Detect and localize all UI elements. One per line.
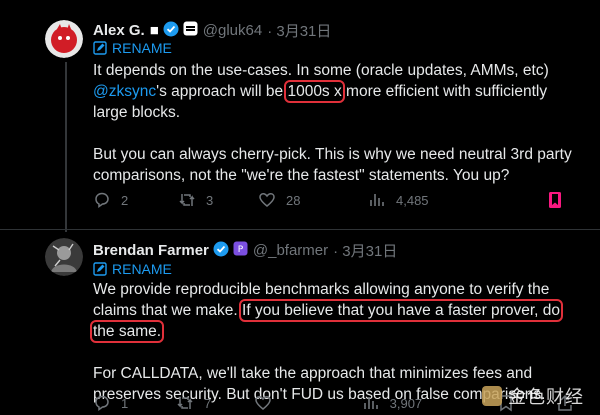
rename-label: RENAME xyxy=(112,261,172,277)
author-name[interactable]: Alex G. xyxy=(93,22,145,39)
action-bar: 2 3 28 4,485 xyxy=(93,190,573,210)
views-button[interactable]: 4,485 xyxy=(368,191,508,209)
verified-icon xyxy=(213,241,229,261)
bookmark-icon xyxy=(549,192,561,208)
mention-link[interactable]: @zksync xyxy=(93,83,156,100)
text-paragraph: But you can always cherry-pick. This is … xyxy=(93,146,572,184)
watermark: 金色财经 xyxy=(482,383,584,409)
view-count: 3,907 xyxy=(389,395,423,411)
reply-count: 1 xyxy=(121,395,129,411)
retweet-count: 7 xyxy=(204,395,212,411)
author-handle[interactable]: @gluk64 xyxy=(203,22,262,39)
rename-link[interactable]: RENAME xyxy=(93,40,172,56)
heart-icon xyxy=(255,396,271,410)
author-name[interactable]: Brendan Farmer xyxy=(93,242,209,259)
affiliate-icon: P xyxy=(233,241,248,260)
reply-button[interactable]: 1 xyxy=(93,394,176,412)
like-button[interactable] xyxy=(254,394,361,412)
reply-button[interactable]: 2 xyxy=(93,191,178,209)
avatar[interactable] xyxy=(45,238,83,276)
text-part: 's approach will be xyxy=(156,83,288,100)
verified-icon xyxy=(163,21,179,41)
views-icon xyxy=(370,194,384,206)
retweet-button[interactable]: 3 xyxy=(178,191,258,209)
retweet-icon xyxy=(179,194,195,206)
flag-emoji: ■ xyxy=(149,22,159,39)
text-part: It depends on the use-cases. In some (or… xyxy=(93,62,549,79)
rename-link[interactable]: RENAME xyxy=(93,261,172,277)
author-handle[interactable]: @_bfarmer xyxy=(253,242,328,259)
views-icon xyxy=(363,397,378,409)
reply-icon xyxy=(95,192,109,208)
bookmark-button[interactable] xyxy=(547,191,563,209)
tweet-text: It depends on the use-cases. In some (or… xyxy=(93,60,573,186)
watermark-text: 金色财经 xyxy=(508,387,584,407)
tweet-date[interactable]: · 3月31日 xyxy=(333,240,397,261)
retweet-button[interactable]: 7 xyxy=(176,394,254,412)
reply-count: 2 xyxy=(121,192,129,208)
reply-icon xyxy=(95,395,109,411)
view-count: 4,485 xyxy=(396,192,429,208)
thread-line xyxy=(65,62,67,232)
svg-text:P: P xyxy=(238,245,244,255)
highlighted-text: 1000s x xyxy=(284,80,345,103)
affiliate-icon xyxy=(183,21,198,40)
avatar[interactable] xyxy=(45,20,83,58)
edit-icon xyxy=(93,41,107,55)
watermark-logo-icon xyxy=(482,386,502,406)
like-button[interactable]: 28 xyxy=(258,191,368,209)
divider xyxy=(0,229,600,230)
rename-label: RENAME xyxy=(112,40,172,56)
retweet-count: 3 xyxy=(206,192,214,208)
edit-icon xyxy=(93,262,107,276)
tweet-date[interactable]: · 3月31日 xyxy=(267,20,331,41)
like-count: 28 xyxy=(286,192,301,208)
heart-icon xyxy=(259,193,275,207)
retweet-icon xyxy=(177,397,193,409)
views-button[interactable]: 3,907 xyxy=(362,394,499,412)
